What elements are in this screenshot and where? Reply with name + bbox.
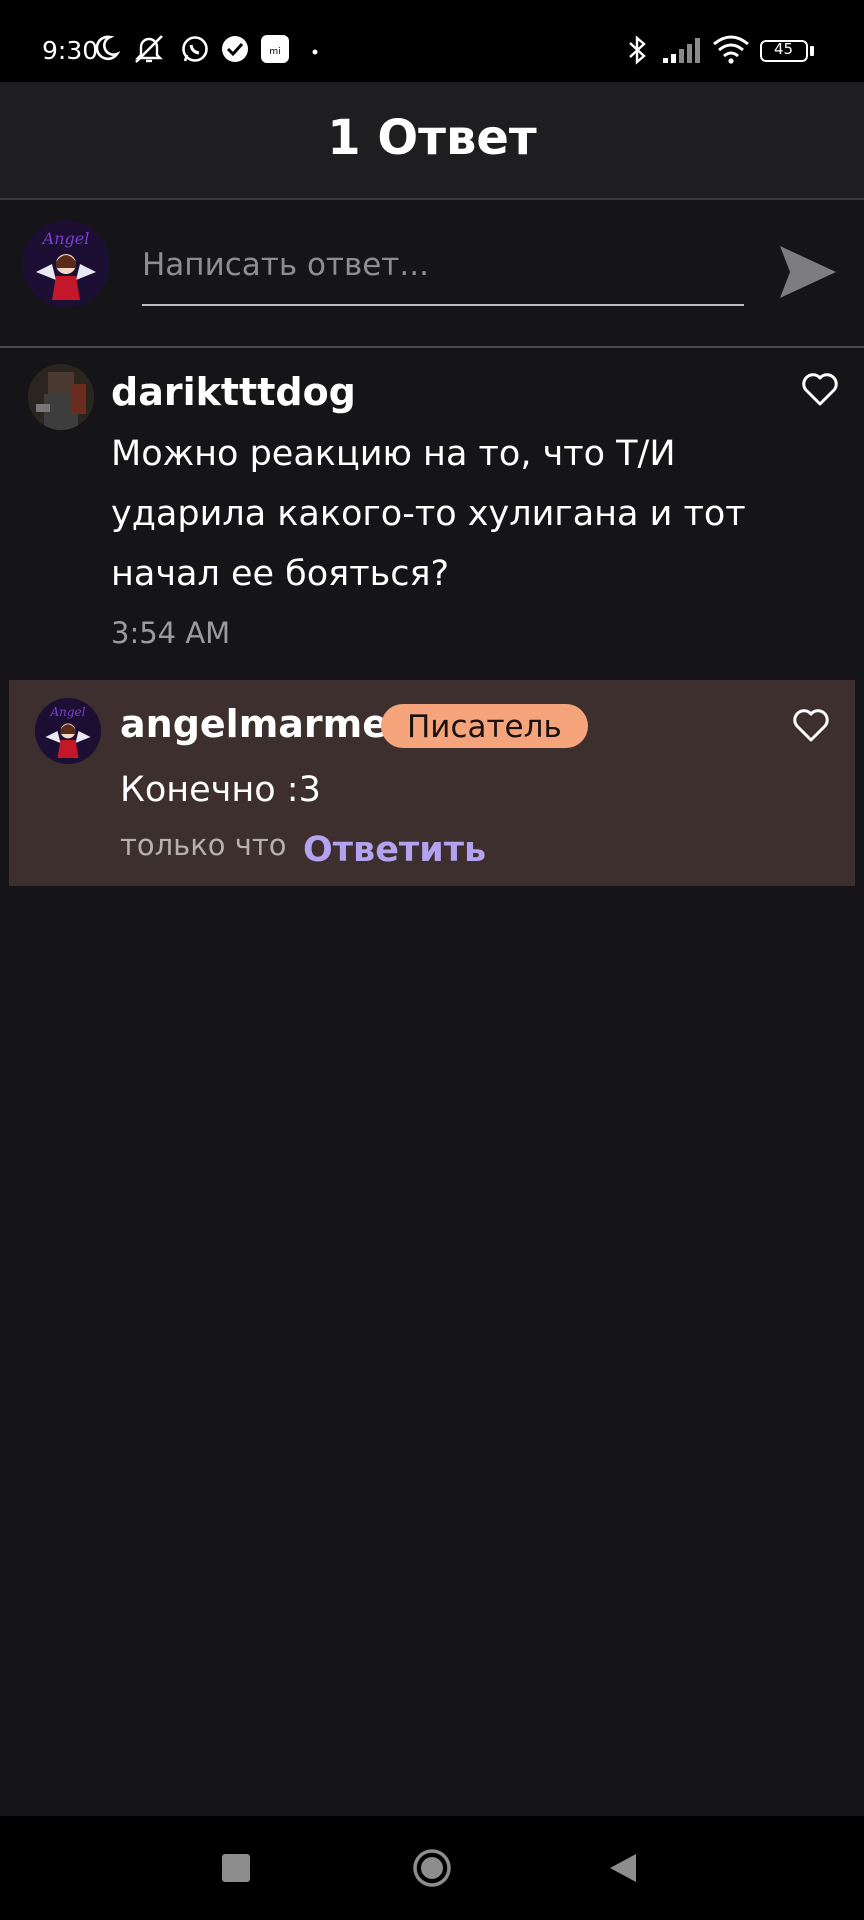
page-title: 1 Ответ <box>327 110 537 166</box>
whatsapp-icon <box>182 36 208 62</box>
svg-text:mi: mi <box>269 47 280 57</box>
check-icon <box>222 36 248 62</box>
avatar <box>28 364 94 430</box>
writer-badge: Писатель <box>381 704 588 748</box>
svg-text:Angel: Angel <box>49 705 85 719</box>
avatar: Angel <box>22 220 110 308</box>
status-bar: 9:30 mi 45 <box>0 0 864 82</box>
heart-icon[interactable] <box>791 706 831 746</box>
wifi-icon <box>713 35 749 64</box>
status-time: 9:30 <box>42 36 99 65</box>
reply-username[interactable]: angelmarmer <box>120 702 407 746</box>
dot-icon <box>312 49 318 55</box>
bluetooth-icon <box>629 35 646 65</box>
notifications-muted-icon <box>135 35 163 63</box>
navigation-bar <box>0 1816 864 1920</box>
battery-tip <box>810 46 814 56</box>
recents-button[interactable] <box>222 1854 250 1882</box>
reply-composer: Angel <box>0 200 864 348</box>
comment-username[interactable]: dariktttdog <box>111 370 356 414</box>
svg-text:Angel: Angel <box>41 229 90 248</box>
moon-icon <box>95 35 120 61</box>
reply-timestamp: только что <box>120 828 287 862</box>
heart-icon[interactable] <box>800 370 840 410</box>
reply-item: Angel angelmarmer Писатель Конечно :3 то… <box>9 680 855 886</box>
header: 1 Ответ <box>0 82 864 200</box>
battery-level: 45 <box>773 40 794 58</box>
avatar-image: Angel <box>22 220 110 308</box>
back-button[interactable] <box>608 1852 638 1884</box>
reply-text: Конечно :3 <box>120 770 321 810</box>
signal-icon <box>663 38 700 63</box>
reply-input[interactable] <box>142 240 744 306</box>
home-button[interactable] <box>412 1848 452 1888</box>
comment-line: начал ее бояться? <box>111 554 450 594</box>
comment-timestamp: 3:54 AM <box>111 616 231 650</box>
comment: dariktttdog Можно реакцию на то, что Т/И… <box>0 348 864 668</box>
reply-link[interactable]: Ответить <box>303 830 486 870</box>
battery-icon: 45 <box>760 40 808 62</box>
avatar: Angel <box>35 698 101 764</box>
comment-line: ударила какого-то хулигана и тот <box>111 494 746 534</box>
screen: 9:30 mi 45 1 Ответ Angel Написать ответ.… <box>0 0 864 1920</box>
comment-line: Можно реакцию на то, что Т/И <box>111 434 676 474</box>
comment-text: Можно реакцию на то, что Т/И ударила как… <box>111 424 811 604</box>
avatar-image <box>28 364 94 430</box>
avatar-image: Angel <box>35 698 101 764</box>
send-icon[interactable] <box>776 240 840 304</box>
mi-icon: mi <box>261 35 289 63</box>
